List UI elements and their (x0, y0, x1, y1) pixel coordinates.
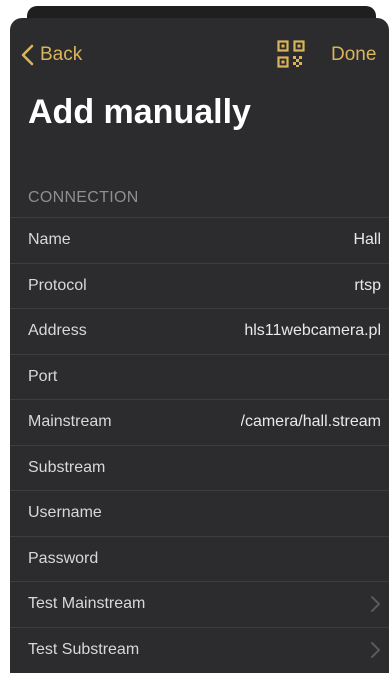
name-field[interactable]: Hall (353, 231, 381, 249)
mainstream-field[interactable]: /camera/hall.stream (241, 413, 382, 431)
row-label: Test Substream (28, 640, 140, 658)
name-row[interactable]: Name Hall (10, 217, 389, 263)
add-manually-sheet: Back Done Add manually CONNECTION Name H… (10, 18, 389, 673)
protocol-field[interactable]: rtsp (354, 277, 381, 295)
qr-code-icon[interactable] (277, 40, 305, 68)
mainstream-row[interactable]: Mainstream /camera/hall.stream (10, 399, 389, 445)
done-button[interactable]: Done (331, 42, 376, 68)
row-label: Protocol (28, 276, 87, 294)
chevron-right-icon (371, 641, 380, 658)
row-label: Name (28, 231, 71, 249)
username-row[interactable]: Username (10, 490, 389, 536)
row-label: Substream (28, 458, 106, 476)
navigation-bar: Back Done (10, 18, 389, 92)
row-label: Port (28, 367, 58, 385)
address-field[interactable]: hls11webcamera.pl (244, 322, 381, 340)
chevron-right-icon (371, 596, 380, 613)
chevron-left-icon (21, 44, 34, 66)
row-label: Test Mainstream (28, 595, 146, 613)
row-label: Password (28, 549, 99, 567)
substream-row[interactable]: Substream (10, 444, 389, 491)
test-substream-row[interactable]: Test Substream (10, 626, 389, 673)
section-header-connection: CONNECTION (28, 189, 139, 206)
row-label: Address (28, 322, 87, 340)
back-label: Back (40, 44, 83, 65)
test-mainstream-row[interactable]: Test Mainstream (10, 581, 389, 627)
protocol-row[interactable]: Protocol rtsp (10, 262, 389, 309)
address-row[interactable]: Address hls11webcamera.pl (10, 308, 389, 354)
password-row[interactable]: Password (10, 535, 389, 582)
row-label: Mainstream (28, 413, 112, 431)
page-title: Add manually (28, 93, 251, 131)
row-label: Username (28, 504, 102, 522)
connection-list: Name Hall Protocol rtsp Address hls11web… (10, 217, 389, 672)
back-button[interactable]: Back (18, 42, 82, 68)
port-row[interactable]: Port (10, 353, 389, 400)
